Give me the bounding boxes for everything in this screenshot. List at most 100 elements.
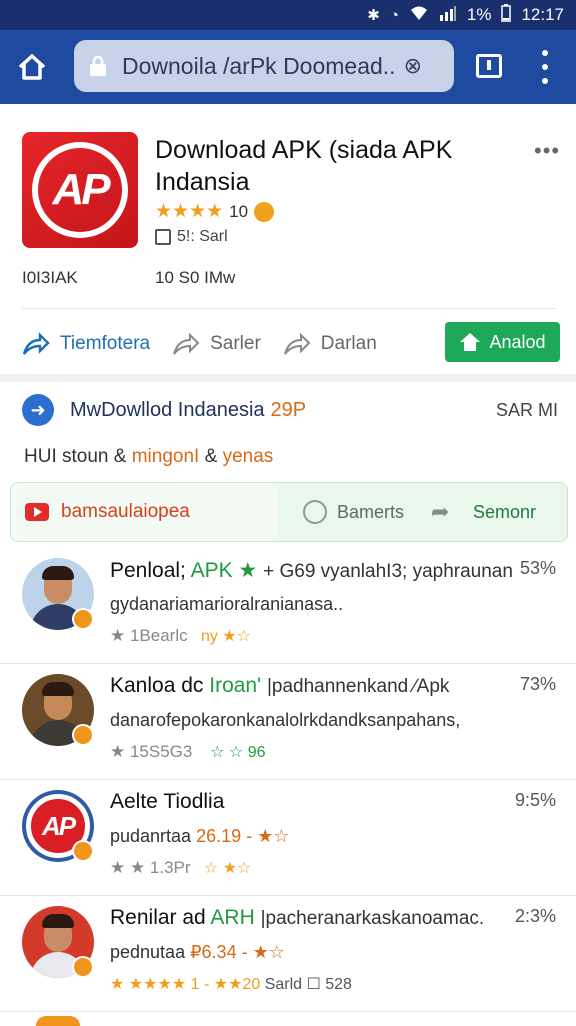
- home-icon: [460, 333, 481, 351]
- promo-row[interactable]: ➜ MwDowllod Indanesia 29P SAR MI: [22, 392, 562, 428]
- promo-highlight: 29P: [270, 398, 307, 421]
- item-meta-a: ★ ★★★★ 1 - ★★20: [110, 976, 261, 993]
- browser-toolbar: Downoila /arPk Doomead.. ⊗: [0, 30, 576, 104]
- action-tiemfotera[interactable]: Tiemfotera: [22, 332, 150, 356]
- item-meta-b: Sarld ☐ 528: [264, 976, 352, 993]
- status-bar: ✱ ◔ 1% 12:17: [0, 0, 576, 30]
- app-logo[interactable]: AP: [22, 132, 138, 248]
- wifi-icon: [409, 5, 429, 25]
- list-item[interactable]: Kanloa dc Iroan' |padhannenkand ⁄Apk 73%…: [0, 664, 576, 780]
- item-meta: ★ ★ 1.3Pr ☆ ★☆: [110, 858, 251, 878]
- tab-switcher-icon[interactable]: [476, 54, 502, 78]
- list-item[interactable]: Renilar ad ARH |pacheranarkaskanoamac. 2…: [0, 896, 576, 1012]
- item-desc: pednutaa ₽6.34 - ★☆: [110, 942, 285, 963]
- item-title: Penloal; APK ★ + G69 vyanlahI3; yaphraun…: [110, 558, 513, 583]
- video-label: bamsaulaiopea: [61, 501, 190, 522]
- overflow-menu-icon[interactable]: [538, 50, 552, 84]
- item-subtitle: |pacheranarkaskanoamac.: [260, 908, 485, 929]
- item-desc: pudanrtaa 26.19 - ★☆: [110, 826, 289, 847]
- star-icons: ★★★★: [155, 201, 224, 222]
- item-name: Aelte Tiodlia: [110, 790, 225, 813]
- app-logo-text: AP: [32, 142, 128, 238]
- rating-value: 10: [229, 201, 249, 221]
- action-sarler[interactable]: Sarler: [172, 332, 261, 356]
- clear-url-icon[interactable]: ⊗: [404, 53, 422, 79]
- item-meta-a: ★ ★ 1.3Pr: [110, 858, 191, 877]
- app-meta-left: I0I3IAK: [22, 268, 78, 287]
- promo-right: SAR MI: [495, 399, 558, 420]
- address-bar[interactable]: Downoila /arPk Doomead.. ⊗: [74, 40, 454, 92]
- item-meta: ★ ★★★★ 1 - ★★20 Sarld ☐ 528: [110, 974, 352, 994]
- home-icon: [18, 54, 46, 80]
- badge-icon: [72, 724, 94, 746]
- youtube-icon: [25, 503, 49, 521]
- item-percent: 73%: [519, 674, 556, 694]
- app-size: 5!: Sarl: [155, 228, 228, 246]
- item-tag: ARH: [210, 906, 255, 929]
- item-meta: ★ 1Bearlc ny ★☆: [110, 626, 251, 646]
- item-desc-text: pudanrtaa: [110, 826, 192, 846]
- action-label: Darlan: [320, 333, 377, 354]
- comment-icon: [303, 500, 327, 524]
- divider: [22, 308, 556, 309]
- clock: 12:17: [521, 5, 564, 24]
- badge-icon: [72, 608, 94, 630]
- badge-icon: [72, 840, 94, 862]
- app-title: Download APK (siada APK Indansia: [155, 136, 453, 196]
- award-icon: [254, 201, 275, 222]
- calendar-icon: [155, 229, 171, 245]
- item-subtitle: + G69 vyanlahI3; yaphraunan: [263, 561, 513, 582]
- promo-title: MwDowllod Indanesia: [70, 398, 265, 421]
- item-desc-price: 26.19 - ★☆: [196, 826, 290, 846]
- video-button[interactable]: bamsaulaiopea: [11, 483, 279, 541]
- item-name: Penloal;: [110, 559, 186, 582]
- item-percent: 9:5%: [514, 790, 556, 810]
- install-button[interactable]: Analod: [445, 322, 560, 362]
- item-meta-b: ☆ ☆ 96: [210, 744, 266, 761]
- tagline-part: &: [204, 446, 218, 467]
- signal-icon: [439, 5, 457, 25]
- action-label: Tiemfotera: [60, 333, 151, 354]
- tagline-part: HUI stoun &: [24, 446, 127, 467]
- action-bar: bamsaulaiopea Bamerts ➦ Semonr: [10, 482, 568, 542]
- url-text: Downoila /arPk Doomead..: [122, 52, 396, 79]
- home-button[interactable]: [0, 30, 64, 104]
- bluetooth-icon: ✱: [367, 7, 380, 24]
- item-subtitle: |padhannenkand ⁄Apk: [266, 676, 450, 697]
- item-percent: 2:3%: [514, 906, 556, 926]
- action-label: Sarler: [210, 333, 261, 354]
- item-percent: 53%: [519, 558, 556, 578]
- share-icon: [22, 332, 50, 355]
- seminar-button[interactable]: Semonr: [473, 483, 536, 541]
- action-row: Tiemfotera Sarler Darlan Analod: [22, 322, 562, 364]
- item-name: Renilar ad: [110, 906, 206, 929]
- item-meta-a: ★ 1Bearlc: [110, 626, 188, 645]
- tagline: HUI stoun & mingonI & yenas: [24, 446, 273, 468]
- action-darlan[interactable]: Darlan: [283, 332, 377, 356]
- comments-button[interactable]: Bamerts: [303, 483, 404, 541]
- item-desc: danarofepokaronkanalolrkdandksanpahans,: [110, 710, 461, 730]
- badge-icon: [72, 956, 94, 978]
- comments-label: Bamerts: [337, 501, 405, 522]
- item-desc: gydanariamarioralranianasa..: [110, 594, 344, 614]
- more-options-icon[interactable]: •••: [534, 138, 560, 164]
- app-size-text: 5!: Sarl: [177, 228, 228, 245]
- arrow-icon: ➜: [22, 394, 54, 426]
- item-title: Kanloa dc Iroan' |padhannenkand ⁄Apk: [110, 674, 449, 698]
- battery-percent: 1%: [466, 5, 492, 24]
- tagline-part: yenas: [222, 446, 274, 467]
- item-tag: Iroan': [209, 674, 262, 697]
- app-meta-right: 10 S0 IMw: [155, 268, 236, 287]
- item-meta-a: ★ 15S5G3: [110, 742, 193, 761]
- item-title: Aelte Tiodlia: [110, 790, 224, 814]
- item-meta-b: ny ★☆: [200, 628, 251, 645]
- app-rating: ★★★★ 10: [155, 200, 275, 223]
- list-item[interactable]: AP Aelte Tiodlia 9:5% pudanrtaa 26.19 - …: [0, 780, 576, 896]
- share-icon[interactable]: ➦: [431, 499, 449, 525]
- install-label: Analod: [489, 331, 546, 352]
- list-item[interactable]: Penloal; APK ★ + G69 vyanlahI3; yaphraun…: [0, 548, 576, 664]
- forward-icon: [173, 332, 200, 355]
- item-desc-text: pednutaa: [110, 942, 186, 962]
- lock-icon: [90, 55, 106, 76]
- section-divider: [0, 374, 576, 382]
